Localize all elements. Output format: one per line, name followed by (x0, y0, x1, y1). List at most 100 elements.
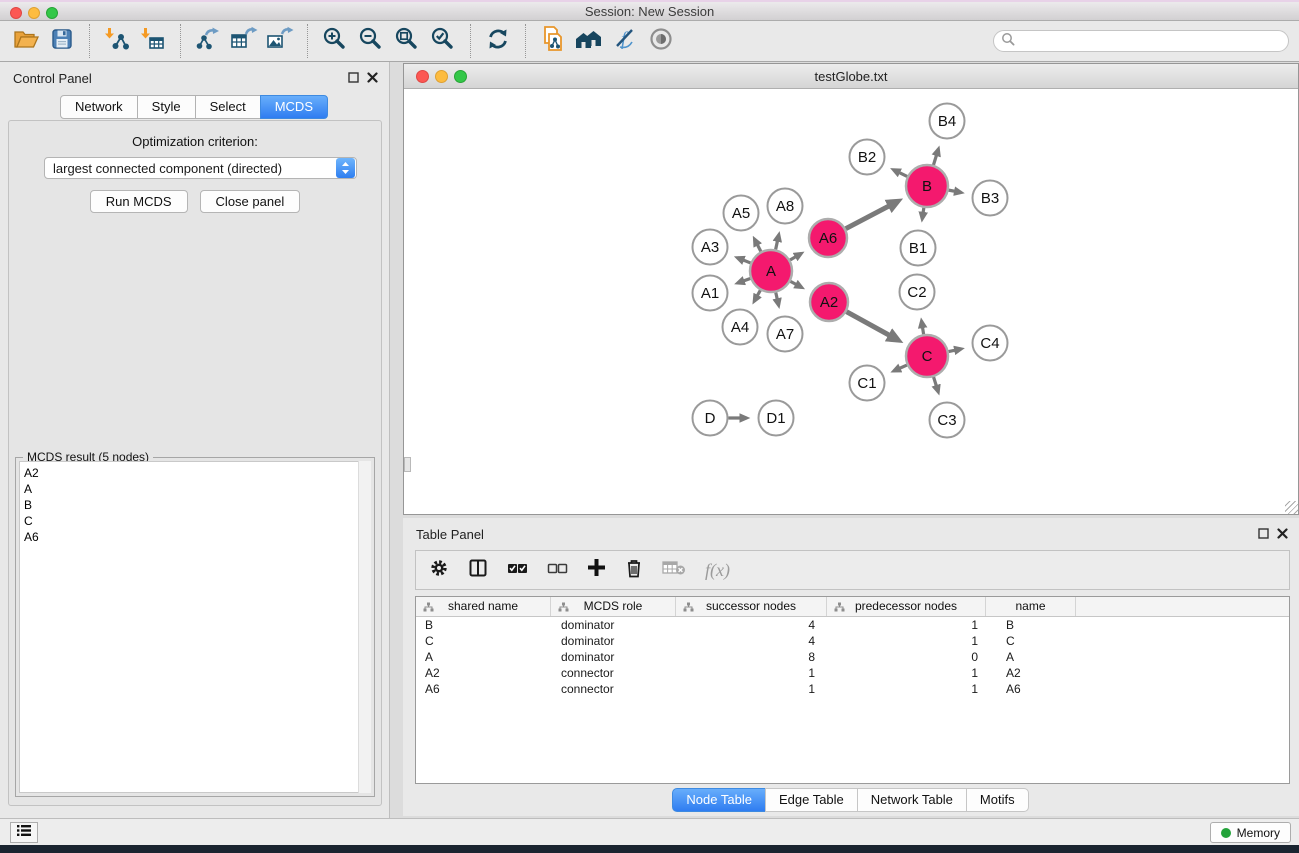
edge-B-B1[interactable] (922, 208, 924, 219)
column-header-successor-nodes[interactable]: successor nodes (676, 597, 827, 616)
table-row[interactable]: Bdominator41B (416, 617, 1289, 633)
table-cell[interactable]: A6 (986, 681, 1076, 697)
table-row[interactable]: Adominator80A (416, 649, 1289, 665)
table-cell[interactable]: dominator (551, 633, 676, 649)
table-cell[interactable]: connector (551, 665, 676, 681)
graph-node-D[interactable]: D (693, 401, 728, 436)
edge-A-A8[interactable] (776, 235, 779, 250)
table-cell[interactable]: 4 (676, 633, 827, 649)
edge-A-A3[interactable] (737, 258, 750, 263)
tab-edge-table[interactable]: Edge Table (765, 788, 858, 812)
result-list-item[interactable]: C (20, 513, 370, 529)
refresh-layout-button[interactable] (480, 23, 516, 59)
search-input[interactable] (1019, 34, 1269, 48)
table-cell[interactable]: 4 (676, 617, 827, 633)
graph-node-C3[interactable]: C3 (930, 403, 965, 438)
tab-mcds[interactable]: MCDS (260, 95, 328, 119)
tab-select[interactable]: Select (195, 95, 261, 119)
edge-C-C2[interactable] (922, 321, 924, 334)
table-cell[interactable]: 1 (827, 665, 986, 681)
edge-C-C3[interactable] (934, 377, 939, 392)
memory-button[interactable]: Memory (1210, 822, 1291, 843)
result-list-item[interactable]: A (20, 481, 370, 497)
zoom-fit-button[interactable] (389, 23, 425, 59)
edge-A-A6[interactable] (790, 254, 801, 260)
edge-A-A1[interactable] (738, 278, 751, 283)
edge-A-A2[interactable] (790, 281, 801, 287)
result-list-item[interactable]: A2 (20, 465, 370, 481)
open-session-button[interactable] (8, 23, 44, 59)
import-network-button[interactable] (99, 23, 135, 59)
graph-node-A3[interactable]: A3 (693, 230, 728, 265)
select-all-columns-button[interactable] (507, 561, 528, 580)
table-cell[interactable]: A (416, 649, 551, 665)
criterion-dropdown[interactable]: largest connected component (directed) (44, 157, 357, 179)
delete-table-button[interactable] (662, 560, 686, 581)
delete-columns-button[interactable] (625, 558, 643, 583)
show-columns-button[interactable] (468, 558, 488, 583)
tab-style[interactable]: Style (137, 95, 196, 119)
settings-gear-button[interactable] (429, 558, 449, 583)
table-cell[interactable]: C (416, 633, 551, 649)
result-list-item[interactable]: B (20, 497, 370, 513)
export-table-button[interactable] (226, 23, 262, 59)
table-cell[interactable]: dominator (551, 617, 676, 633)
edge-A-A5[interactable] (755, 239, 761, 251)
table-cell[interactable]: A2 (416, 665, 551, 681)
unselect-all-columns-button[interactable] (547, 561, 568, 580)
table-close-panel-button[interactable] (1276, 527, 1289, 540)
graph-node-B4[interactable]: B4 (930, 104, 965, 139)
edge-C-C4[interactable] (949, 349, 962, 352)
graph-node-A4[interactable]: A4 (723, 310, 758, 345)
table-cell[interactable]: 1 (827, 633, 986, 649)
table-cell[interactable]: 0 (827, 649, 986, 665)
canvas-splitter-handle[interactable] (404, 457, 411, 472)
run-mcds-button[interactable]: Run MCDS (90, 190, 188, 213)
network-canvas[interactable]: B4B2BB3A5A8A6B1A3AA1C2A2A4A7C4CC1C3DD1 (404, 89, 1298, 514)
edge-B-B2[interactable] (894, 170, 908, 177)
window-resize-grip[interactable] (1285, 501, 1298, 514)
graphics-details-button[interactable]: f (607, 23, 643, 59)
import-table-button[interactable] (135, 23, 171, 59)
close-panel-button[interactable] (366, 71, 379, 84)
search-field[interactable] (993, 30, 1289, 52)
network-window-titlebar[interactable]: testGlobe.txt (404, 64, 1298, 89)
table-cell[interactable]: A (986, 649, 1076, 665)
clone-network-button[interactable] (535, 23, 571, 59)
graph-node-A[interactable]: A (750, 250, 792, 292)
table-cell[interactable]: 1 (827, 681, 986, 697)
zoom-selected-button[interactable] (425, 23, 461, 59)
edge-A6-B[interactable] (846, 201, 898, 228)
zoom-out-button[interactable] (353, 23, 389, 59)
float-panel-button[interactable] (347, 71, 360, 84)
table-row[interactable]: A2connector11A2 (416, 665, 1289, 681)
graph-node-B3[interactable]: B3 (973, 181, 1008, 216)
table-cell[interactable]: A2 (986, 665, 1076, 681)
table-row[interactable]: Cdominator41C (416, 633, 1289, 649)
tab-network[interactable]: Network (60, 95, 138, 119)
mcds-result-list[interactable]: A2ABCA6 (19, 461, 371, 793)
graph-node-C1[interactable]: C1 (850, 366, 885, 401)
edge-A-A4[interactable] (754, 290, 760, 301)
edge-B-B4[interactable] (933, 149, 938, 165)
birdseye-view-button[interactable] (643, 23, 679, 59)
export-network-button[interactable] (190, 23, 226, 59)
table-row[interactable]: A6connector11A6 (416, 681, 1289, 697)
edge-C-C1[interactable] (894, 365, 907, 371)
table-cell[interactable]: connector (551, 681, 676, 697)
edge-A-A7[interactable] (776, 292, 779, 305)
tab-motifs[interactable]: Motifs (966, 788, 1029, 812)
graph-node-B[interactable]: B (906, 165, 948, 207)
graph-node-B2[interactable]: B2 (850, 140, 885, 175)
column-header-predecessor-nodes[interactable]: predecessor nodes (827, 597, 986, 616)
table-cell[interactable]: B (986, 617, 1076, 633)
graph-node-B1[interactable]: B1 (901, 231, 936, 266)
column-header-MCDS-role[interactable]: MCDS role (551, 597, 676, 616)
graph-node-A2[interactable]: A2 (810, 283, 848, 321)
graph-node-A1[interactable]: A1 (693, 276, 728, 311)
table-cell[interactable]: B (416, 617, 551, 633)
graph-node-A6[interactable]: A6 (809, 219, 847, 257)
column-header-name[interactable]: name (986, 597, 1076, 616)
table-cell[interactable]: 1 (676, 681, 827, 697)
save-session-button[interactable] (44, 23, 80, 59)
